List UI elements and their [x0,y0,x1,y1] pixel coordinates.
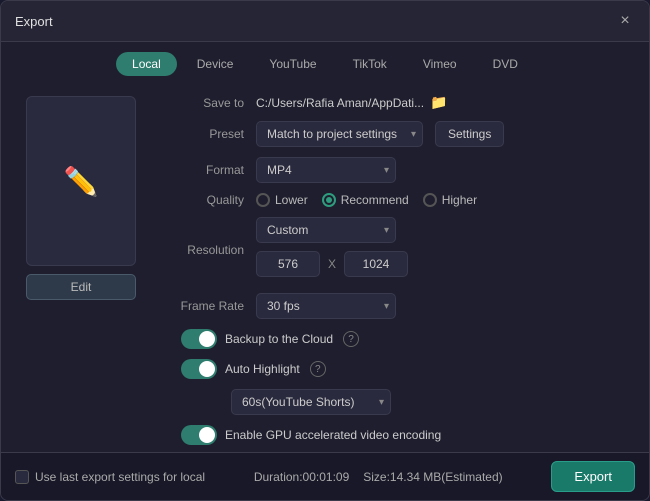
preview-box: ✏️ [26,96,136,266]
save-to-label: Save to [171,96,256,110]
edit-button[interactable]: Edit [26,274,136,300]
tab-dvd[interactable]: DVD [477,52,534,76]
footer-left: Use last export settings for local [15,470,205,484]
export-button[interactable]: Export [551,461,635,492]
gpu-toggle-row: Enable GPU accelerated video encoding [171,425,629,445]
tab-local[interactable]: Local [116,52,177,76]
auto-highlight-row: Auto Highlight ? [171,359,629,379]
gpu-label: Enable GPU accelerated video encoding [225,428,441,442]
preview-panel: ✏️ Edit [1,84,161,452]
last-settings-checkbox[interactable] [15,470,29,484]
quality-higher-option[interactable]: Higher [423,193,477,207]
settings-button[interactable]: Settings [435,121,504,147]
tab-vimeo[interactable]: Vimeo [407,52,473,76]
format-row: Format MP4 ▾ [171,157,629,183]
main-content: ✏️ Edit Save to C:/Users/Rafia Aman/AppD… [1,84,649,452]
auto-highlight-label: Auto Highlight [225,362,300,376]
footer-center: Duration:00:01:09 Size:14.34 MB(Estimate… [254,470,503,484]
highlight-dropdown[interactable]: 60s(YouTube Shorts) [231,389,391,415]
footer: Use last export settings for local Durat… [1,452,649,500]
edit-pencil-icon: ✏️ [64,165,99,198]
resolution-inputs: X [256,251,408,277]
resolution-select[interactable]: Custom [256,217,396,243]
tab-tiktok[interactable]: TikTok [337,52,403,76]
export-window: Export × Local Device YouTube TikTok Vim… [0,0,650,501]
preset-row: Preset Match to project settings ▾ Setti… [171,121,629,147]
frame-rate-select-wrap: 30 fps ▾ [256,293,396,319]
highlight-info-icon[interactable]: ? [310,361,326,377]
tab-youtube[interactable]: YouTube [253,52,332,76]
quality-recommend-option[interactable]: Recommend [322,193,409,207]
highlight-dropdown-wrap: 60s(YouTube Shorts) ▾ [231,389,391,415]
format-label: Format [171,163,256,177]
format-select-wrap: MP4 ▾ [256,157,396,183]
gpu-toggle[interactable] [181,425,217,445]
duration-label: Duration:00:01:09 [254,470,349,484]
quality-lower-option[interactable]: Lower [256,193,308,207]
resolution-label: Resolution [171,243,256,257]
preset-select[interactable]: Match to project settings [256,121,423,147]
highlight-dropdown-row: 60s(YouTube Shorts) ▾ [171,389,629,415]
resolution-height-input[interactable] [344,251,408,277]
cloud-backup-row: Backup to the Cloud ? [171,329,629,349]
format-select[interactable]: MP4 [256,157,396,183]
quality-recommend-label: Recommend [341,193,409,207]
tab-device[interactable]: Device [181,52,250,76]
resolution-row: Resolution Custom ▾ X [171,217,629,283]
save-path-text: C:/Users/Rafia Aman/AppDati... [256,96,424,110]
close-button[interactable]: × [615,11,635,31]
resolution-width-input[interactable] [256,251,320,277]
frame-rate-row: Frame Rate 30 fps ▾ [171,293,629,319]
preset-select-wrap: Match to project settings ▾ [256,121,423,147]
quality-options: Lower Recommend Higher [256,193,477,207]
preset-label: Preset [171,127,256,141]
cloud-backup-toggle[interactable] [181,329,217,349]
last-settings-label: Use last export settings for local [35,470,205,484]
quality-recommend-radio [322,193,336,207]
resolution-select-wrap: Custom ▾ [256,217,396,243]
frame-rate-select[interactable]: 30 fps [256,293,396,319]
quality-label: Quality [171,193,256,207]
last-settings-checkbox-wrap[interactable]: Use last export settings for local [15,470,205,484]
folder-icon[interactable]: 📁 [430,94,447,111]
quality-row: Quality Lower Recommend High [171,193,629,207]
title-bar: Export × [1,1,649,42]
size-label: Size:14.34 MB(Estimated) [363,470,502,484]
quality-lower-label: Lower [275,193,308,207]
auto-highlight-toggle[interactable] [181,359,217,379]
resolution-x-label: X [328,257,336,271]
quality-lower-radio [256,193,270,207]
quality-higher-label: Higher [442,193,477,207]
cloud-info-icon[interactable]: ? [343,331,359,347]
save-to-value: C:/Users/Rafia Aman/AppDati... 📁 [256,94,629,111]
settings-panel: Save to C:/Users/Rafia Aman/AppDati... 📁… [161,84,649,452]
cloud-backup-label: Backup to the Cloud [225,332,333,346]
window-title: Export [15,14,53,29]
save-to-row: Save to C:/Users/Rafia Aman/AppDati... 📁 [171,94,629,111]
frame-rate-label: Frame Rate [171,299,256,313]
tab-bar: Local Device YouTube TikTok Vimeo DVD [1,42,649,84]
quality-higher-radio [423,193,437,207]
